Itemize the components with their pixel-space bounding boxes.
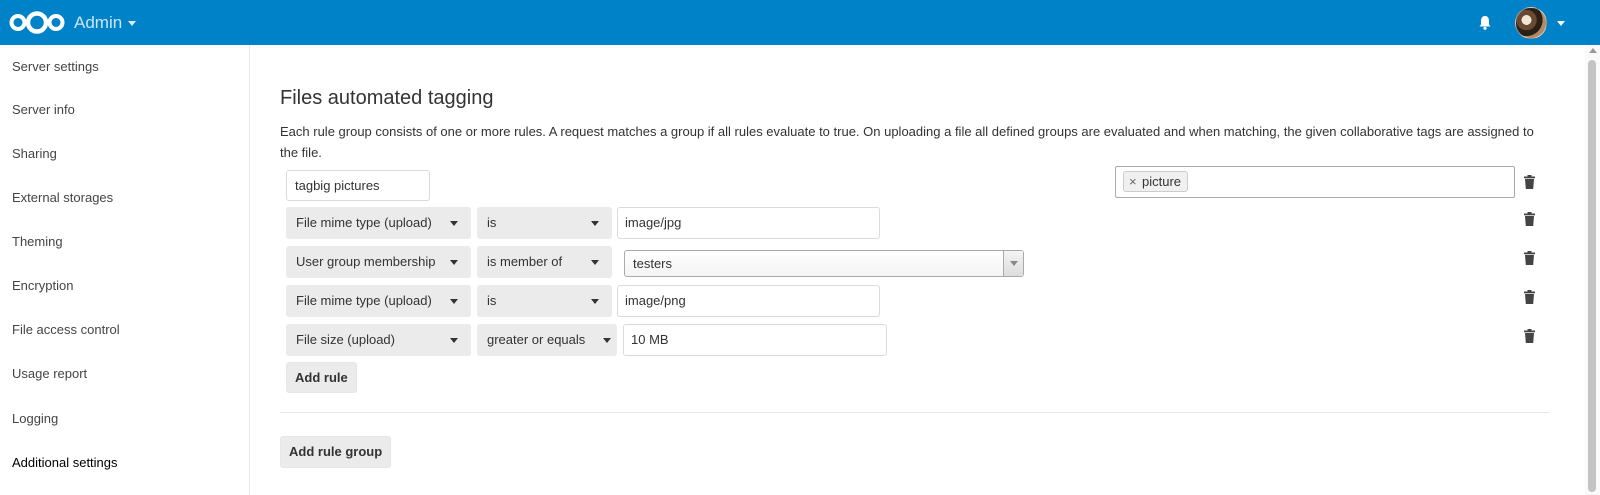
rule-check-label: File mime type (upload)	[296, 293, 432, 308]
sidebar-item-additional-settings[interactable]: Additional settings	[12, 455, 118, 470]
tags-select-input[interactable]: × picture	[1115, 166, 1515, 198]
caret-down-icon	[603, 338, 611, 343]
rule-value-input[interactable]: image/jpg	[617, 207, 880, 239]
rule-operator-label: is	[487, 293, 497, 308]
group-combobox[interactable]: testers	[624, 250, 1024, 277]
rule-check-label: User group membership	[296, 254, 436, 269]
nextcloud-logo-icon[interactable]	[8, 10, 66, 35]
trash-icon[interactable]	[1524, 175, 1535, 189]
sidebar-item-server-info[interactable]: Server info	[12, 102, 75, 117]
caret-down-icon	[450, 299, 458, 304]
rule-operator-select[interactable]: is	[477, 207, 612, 239]
sidebar-item-server-settings[interactable]: Server settings	[12, 59, 99, 74]
rule-check-select[interactable]: File mime type (upload)	[286, 285, 471, 317]
caret-down-icon	[591, 221, 599, 226]
rule-value-input[interactable]: 10 MB	[623, 324, 887, 356]
close-icon[interactable]: ×	[1129, 172, 1137, 191]
rule-operator-label: greater or equals	[487, 332, 586, 347]
chevron-down-icon[interactable]	[1557, 21, 1565, 26]
rule-operator-label: is member of	[487, 254, 563, 269]
trash-icon[interactable]	[1524, 212, 1535, 226]
bell-icon[interactable]	[1479, 16, 1491, 30]
caret-down-icon	[450, 260, 458, 265]
caret-down-icon	[450, 338, 458, 343]
caret-down-icon	[450, 221, 458, 226]
scrollbar-thumb[interactable]	[1588, 60, 1596, 492]
rule-operator-select[interactable]: is	[477, 285, 612, 317]
rule-operator-select[interactable]: greater or equals	[477, 324, 617, 356]
tag-label: picture	[1142, 174, 1182, 189]
sidebar-item-logging[interactable]: Logging	[12, 411, 58, 426]
add-rule-button[interactable]: Add rule	[286, 362, 357, 393]
chevron-down-icon[interactable]	[128, 21, 136, 26]
rule-operator-label: is	[487, 215, 497, 230]
sidebar-item-theming[interactable]: Theming	[12, 234, 63, 249]
sidebar-item-external-storages[interactable]: External storages	[12, 190, 113, 205]
app-menu-title[interactable]: Admin	[74, 13, 122, 33]
group-combobox-value: testers	[633, 256, 673, 271]
rule-check-select[interactable]: File size (upload)	[286, 324, 471, 356]
rule-check-select[interactable]: File mime type (upload)	[286, 207, 471, 239]
divider	[280, 412, 1550, 413]
rule-check-label: File size (upload)	[296, 332, 395, 347]
sidebar-item-file-access-control[interactable]: File access control	[12, 322, 120, 337]
avatar[interactable]	[1515, 7, 1547, 39]
settings-sidebar: Server settings Server info Sharing Exte…	[0, 45, 250, 495]
trash-icon[interactable]	[1524, 329, 1535, 343]
section-title: Files automated tagging	[280, 87, 494, 109]
rule-check-label: File mime type (upload)	[296, 215, 432, 230]
rule-operator-select[interactable]: is member of	[477, 246, 612, 278]
sidebar-item-sharing[interactable]: Sharing	[12, 146, 57, 161]
caret-down-icon	[591, 299, 599, 304]
rule-check-select[interactable]: User group membership	[286, 246, 471, 278]
trash-icon[interactable]	[1524, 251, 1535, 265]
sidebar-item-encryption[interactable]: Encryption	[12, 278, 73, 293]
sidebar-item-usage-report[interactable]: Usage report	[12, 366, 87, 381]
tag-chip: × picture	[1123, 171, 1189, 192]
rule-group-name-input[interactable]: tagbig pictures	[286, 170, 430, 201]
rule-value-input[interactable]: image/png	[617, 285, 880, 317]
top-header: Admin	[0, 0, 1600, 45]
section-description: Each rule group consists of one or more …	[280, 124, 1534, 160]
scroll-up-arrow-icon[interactable]	[1589, 48, 1597, 53]
caret-down-icon	[591, 260, 599, 265]
dropdown-arrow-icon[interactable]	[1003, 251, 1023, 276]
add-rule-group-button[interactable]: Add rule group	[280, 436, 392, 468]
trash-icon[interactable]	[1524, 290, 1535, 304]
